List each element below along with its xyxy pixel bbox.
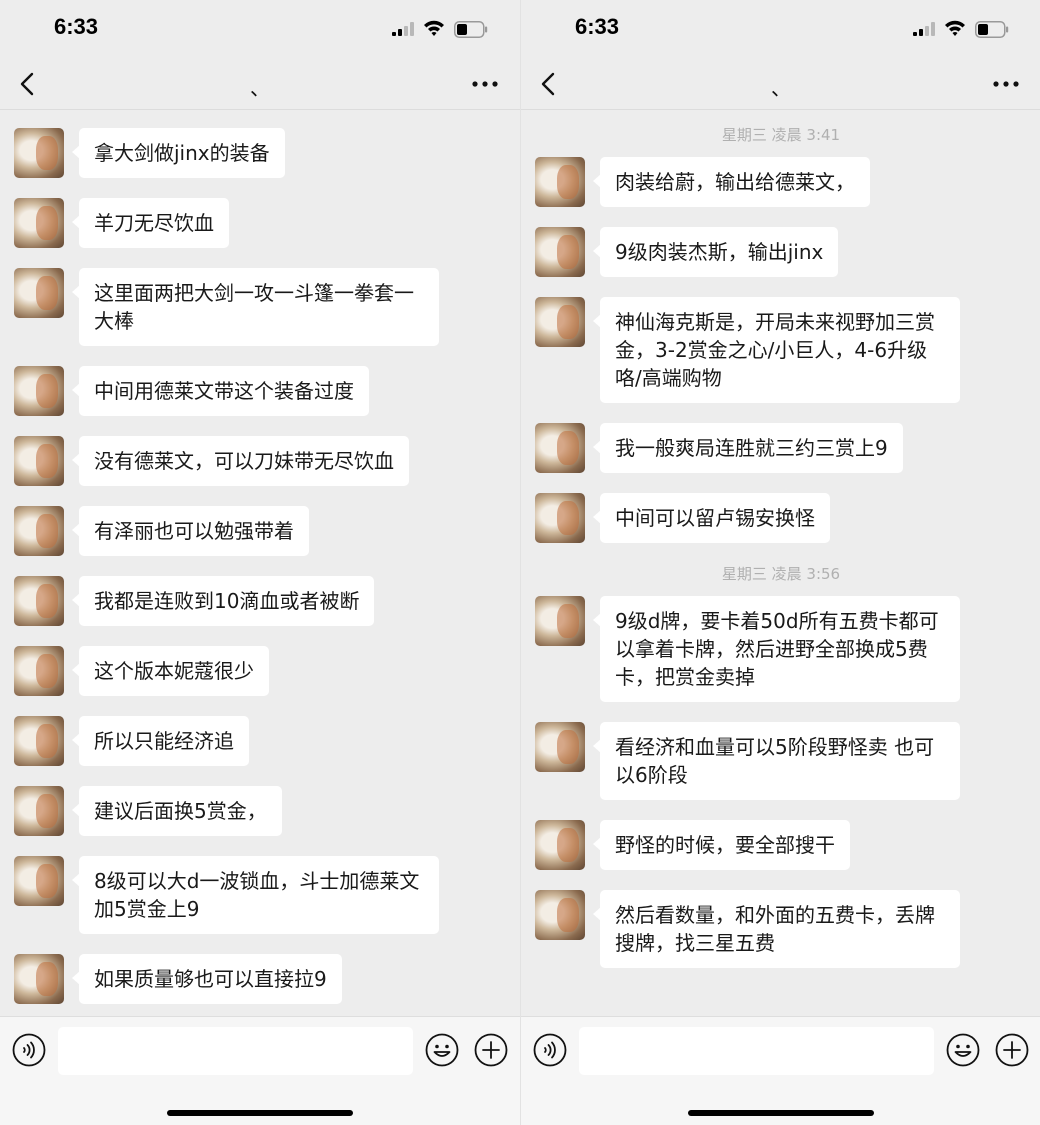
emoji-icon[interactable] xyxy=(946,1033,980,1067)
plus-icon[interactable] xyxy=(995,1033,1029,1067)
wifi-icon xyxy=(945,20,965,36)
message-row: 神仙海克斯是，开局未来视野加三赏金，3-2赏金之心/小巨人，4-6升级咯/高端购… xyxy=(535,297,1040,403)
avatar[interactable] xyxy=(535,890,585,940)
message-row: 没有德莱文，可以刀妹带无尽饮血 xyxy=(14,436,520,486)
message-bubble[interactable]: 中间可以留卢锡安换怪 xyxy=(593,493,830,543)
avatar[interactable] xyxy=(14,716,64,766)
message-input[interactable] xyxy=(58,1027,413,1075)
phone-screen-right: 6:33 、 星期三 凌晨 3:41 肉装给蔚，输出给德莱文， 9级肉装杰斯，输… xyxy=(520,0,1040,1125)
message-bubble[interactable]: 所以只能经济追 xyxy=(72,716,249,766)
message-row: 建议后面换5赏金， xyxy=(14,786,520,836)
avatar[interactable] xyxy=(535,297,585,347)
message-row: 中间用德莱文带这个装备过度 xyxy=(14,366,520,416)
avatar[interactable] xyxy=(535,423,585,473)
timestamp-divider: 星期三 凌晨 3:56 xyxy=(721,565,841,583)
avatar[interactable] xyxy=(14,198,64,248)
message-row: 羊刀无尽饮血 xyxy=(14,198,520,248)
message-row: 9级d牌，要卡着50d所有五费卡都可以拿着卡牌，然后进野全部换成5费卡，把赏金卖… xyxy=(535,596,1040,702)
timestamp-divider: 星期三 凌晨 3:41 xyxy=(721,126,841,144)
status-time: 6:33 xyxy=(54,14,99,39)
message-list[interactable]: 星期三 凌晨 3:41 肉装给蔚，输出给德莱文， 9级肉装杰斯，输出jinx 神… xyxy=(521,110,1040,1016)
message-row: 拿大剑做jinx的装备 xyxy=(14,128,520,178)
home-indicator xyxy=(167,1110,353,1116)
message-row: 这个版本妮蔻很少 xyxy=(14,646,520,696)
avatar[interactable] xyxy=(14,366,64,416)
avatar[interactable] xyxy=(14,954,64,1004)
wifi-icon xyxy=(424,20,444,36)
voice-icon[interactable] xyxy=(12,1033,46,1067)
message-bubble[interactable]: 这里面两把大剑一攻一斗篷一拳套一大棒 xyxy=(72,268,439,346)
input-bar xyxy=(0,1016,520,1125)
signal-icon xyxy=(913,22,935,36)
chat-title: 、 xyxy=(771,76,791,100)
message-bubble[interactable]: 8级可以大d一波锁血，斗士加德莱文加5赏金上9 xyxy=(72,856,439,934)
message-row: 中间可以留卢锡安换怪 xyxy=(535,493,1040,543)
avatar[interactable] xyxy=(535,596,585,646)
chat-title: 、 xyxy=(250,76,270,100)
more-dots-icon[interactable] xyxy=(470,72,500,96)
message-bubble[interactable]: 9级d牌，要卡着50d所有五费卡都可以拿着卡牌，然后进野全部换成5费卡，把赏金卖… xyxy=(593,596,960,702)
message-bubble[interactable]: 我一般爽局连胜就三约三赏上9 xyxy=(593,423,903,473)
avatar[interactable] xyxy=(535,227,585,277)
avatar[interactable] xyxy=(14,646,64,696)
message-row: 如果质量够也可以直接拉9 xyxy=(14,954,520,1004)
avatar[interactable] xyxy=(14,268,64,318)
message-row: 我一般爽局连胜就三约三赏上9 xyxy=(535,423,1040,473)
avatar[interactable] xyxy=(535,722,585,772)
signal-icon xyxy=(392,22,414,36)
nav-bar: 、 xyxy=(521,58,1040,110)
emoji-icon[interactable] xyxy=(425,1033,459,1067)
message-list[interactable]: 拿大剑做jinx的装备 羊刀无尽饮血 这里面两把大剑一攻一斗篷一拳套一大棒 中间… xyxy=(0,110,520,1016)
status-bar: 6:33 xyxy=(521,0,1040,58)
nav-bar: 、 xyxy=(0,58,520,110)
message-row: 然后看数量，和外面的五费卡，丢牌搜牌，找三星五费 xyxy=(535,890,1040,968)
message-bubble[interactable]: 9级肉装杰斯，输出jinx xyxy=(592,227,839,277)
status-bar: 6:33 xyxy=(0,0,520,58)
message-row: 这里面两把大剑一攻一斗篷一拳套一大棒 xyxy=(14,268,520,346)
message-row: 有泽丽也可以勉强带着 xyxy=(14,506,520,556)
message-input[interactable] xyxy=(579,1027,934,1075)
input-bar xyxy=(521,1016,1040,1125)
message-bubble[interactable]: 羊刀无尽饮血 xyxy=(72,198,229,248)
message-bubble[interactable]: 看经济和血量可以5阶段野怪卖 也可以6阶段 xyxy=(593,722,960,800)
message-row: 9级肉装杰斯，输出jinx xyxy=(535,227,1040,277)
avatar[interactable] xyxy=(14,786,64,836)
message-row: 所以只能经济追 xyxy=(14,716,520,766)
screens: 6:33 、 拿大剑做jinx的装备 羊刀无尽饮血 这里面两把大剑一攻一斗篷一拳… xyxy=(0,0,1040,1125)
message-bubble[interactable]: 这个版本妮蔻很少 xyxy=(72,646,269,696)
message-bubble[interactable]: 没有德莱文，可以刀妹带无尽饮血 xyxy=(72,436,409,486)
message-row: 肉装给蔚，输出给德莱文， xyxy=(535,157,1040,207)
home-indicator xyxy=(688,1110,874,1116)
phone-screen-left: 6:33 、 拿大剑做jinx的装备 羊刀无尽饮血 这里面两把大剑一攻一斗篷一拳… xyxy=(0,0,520,1125)
message-bubble[interactable]: 中间用德莱文带这个装备过度 xyxy=(72,366,369,416)
message-bubble[interactable]: 有泽丽也可以勉强带着 xyxy=(72,506,309,556)
message-bubble[interactable]: 建议后面换5赏金， xyxy=(72,786,282,836)
avatar[interactable] xyxy=(14,506,64,556)
plus-icon[interactable] xyxy=(474,1033,508,1067)
message-bubble[interactable]: 我都是连败到10滴血或者被断 xyxy=(71,576,375,626)
battery-icon xyxy=(454,21,488,38)
avatar[interactable] xyxy=(14,856,64,906)
message-bubble[interactable]: 野怪的时候，要全部搜干 xyxy=(593,820,850,870)
message-row: 我都是连败到10滴血或者被断 xyxy=(14,576,520,626)
avatar[interactable] xyxy=(14,128,64,178)
status-time: 6:33 xyxy=(575,14,620,39)
avatar[interactable] xyxy=(14,436,64,486)
avatar[interactable] xyxy=(14,576,64,626)
message-bubble[interactable]: 然后看数量，和外面的五费卡，丢牌搜牌，找三星五费 xyxy=(593,890,960,968)
message-row: 看经济和血量可以5阶段野怪卖 也可以6阶段 xyxy=(535,722,1040,800)
avatar[interactable] xyxy=(535,820,585,870)
avatar[interactable] xyxy=(535,493,585,543)
more-dots-icon[interactable] xyxy=(991,72,1021,96)
battery-icon xyxy=(975,21,1009,38)
message-bubble[interactable]: 神仙海克斯是，开局未来视野加三赏金，3-2赏金之心/小巨人，4-6升级咯/高端购… xyxy=(593,297,960,403)
message-bubble[interactable]: 拿大剑做jinx的装备 xyxy=(72,128,285,178)
message-row: 野怪的时候，要全部搜干 xyxy=(535,820,1040,870)
message-bubble[interactable]: 如果质量够也可以直接拉9 xyxy=(72,954,342,1004)
message-row: 8级可以大d一波锁血，斗士加德莱文加5赏金上9 xyxy=(14,856,520,934)
voice-icon[interactable] xyxy=(533,1033,567,1067)
avatar[interactable] xyxy=(535,157,585,207)
message-bubble[interactable]: 肉装给蔚，输出给德莱文， xyxy=(593,157,870,207)
